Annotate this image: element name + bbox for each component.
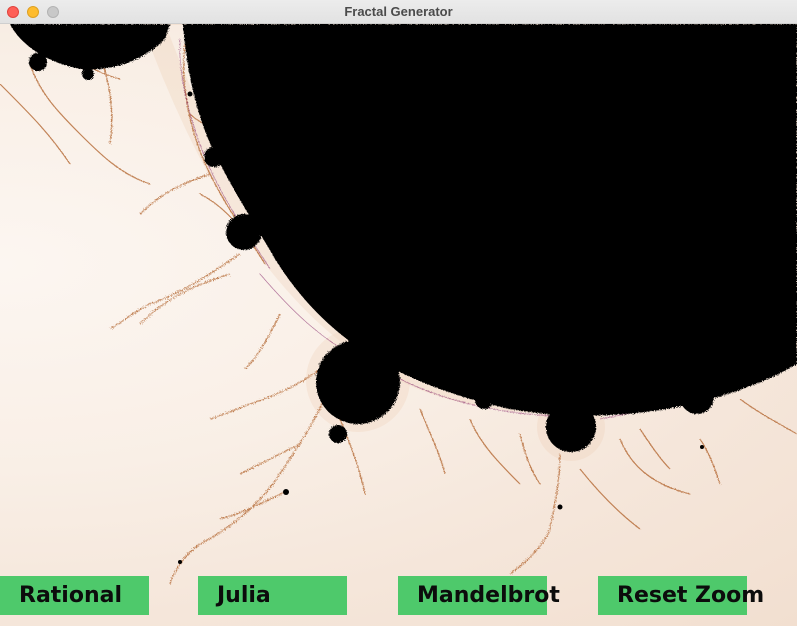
main-cardioid	[183, 24, 797, 416]
mandelbrot-button[interactable]: Mandelbrot	[398, 576, 560, 615]
fractal-canvas[interactable]: Rational Julia Mandelbrot Reset Zoom	[0, 24, 797, 626]
julia-button[interactable]: Julia	[198, 576, 347, 615]
app-window: Fractal Generator Rational Julia Mandelb…	[0, 0, 797, 626]
rational-button[interactable]: Rational	[0, 576, 149, 615]
reset-zoom-button[interactable]: Reset Zoom	[598, 576, 764, 615]
window-title: Fractal Generator	[344, 4, 453, 19]
title-bar: Fractal Generator	[0, 0, 797, 24]
fractal-image	[0, 24, 797, 585]
